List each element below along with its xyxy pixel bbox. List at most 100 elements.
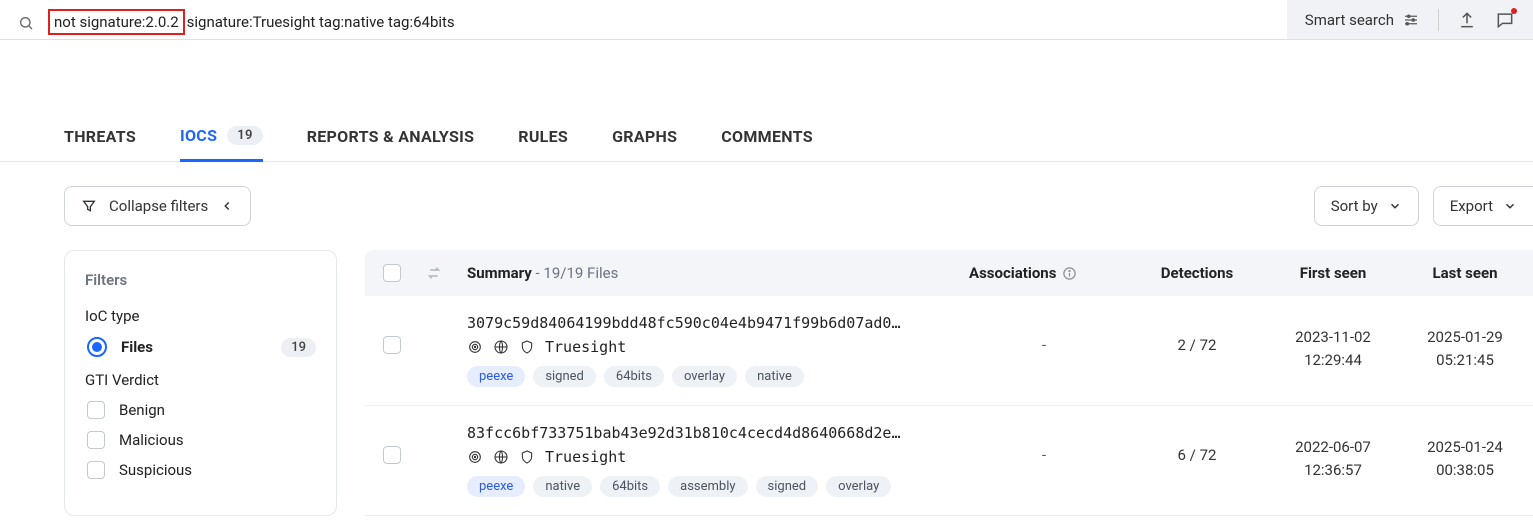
shield-icon [519,449,535,465]
globe-icon [493,449,509,465]
tag[interactable]: native [745,366,804,387]
tabs: THREATS IOCS 19 REPORTS & ANALYSIS RULES… [0,112,1533,162]
content: Filters IoC type Files 19 GTI Verdict Be… [0,250,1533,516]
info-icon[interactable] [1062,266,1077,281]
tag[interactable]: peexe [467,476,525,497]
tag[interactable]: assembly [668,476,747,497]
target-icon [467,339,483,355]
col-associations: Associations [969,264,1119,282]
file-hash[interactable]: 3079c59d84064199bdd48fc590c04e4b9471f99b… [467,314,945,332]
row-associations: - [969,314,1119,354]
filter-suspicious-checkbox[interactable]: Suspicious [85,461,316,479]
checkbox-icon [87,461,105,479]
tab-comments[interactable]: COMMENTS [721,113,813,160]
notification-dot [1511,8,1517,14]
tab-reports[interactable]: REPORTS & ANALYSIS [307,113,475,160]
collapse-filters-label: Collapse filters [109,197,208,215]
results-table: Summary - 19/19 Files Associations Detec… [365,250,1533,516]
tab-threats-label: THREATS [64,127,136,146]
filters-panel: Filters IoC type Files 19 GTI Verdict Be… [64,250,337,516]
col-detections: Detections [1143,264,1251,282]
smart-search-label: Smart search [1305,11,1394,29]
tag[interactable]: overlay [672,366,737,387]
tab-graphs[interactable]: GRAPHS [612,113,677,160]
tab-iocs-count: 19 [227,126,262,145]
table-header: Summary - 19/19 Files Associations Detec… [365,250,1533,296]
tag-list: peexe signed 64bits overlay native [467,366,945,387]
search-field[interactable]: not signature:2.0.2 signature:Truesight … [0,5,1287,35]
filters-heading: Filters [85,271,316,289]
tag-list: peexe native 64bits assembly signed overlay [467,476,945,497]
row-checkbox[interactable] [383,336,401,354]
tag[interactable]: peexe [467,366,525,387]
search-icon [18,15,34,31]
tag[interactable]: signed [756,476,819,497]
tag[interactable]: native [533,476,592,497]
tab-comments-label: COMMENTS [721,127,813,146]
checkbox-icon [87,431,105,449]
row-detections: 2 / 72 [1143,314,1251,354]
filter-icon [81,198,97,214]
chevron-down-icon [1503,199,1517,213]
tab-iocs-label: IOCS [180,126,217,145]
filter-suspicious-label: Suspicious [119,461,192,479]
search-actions: Smart search [1287,0,1533,39]
col-first-seen: First seen [1275,264,1391,282]
radio-icon [87,337,107,357]
collapse-filters-button[interactable]: Collapse filters [64,186,251,226]
filter-files-radio[interactable]: Files 19 [85,337,316,357]
tag[interactable]: signed [533,366,596,387]
right-controls: Sort by Export [1314,186,1533,226]
gti-verdict-heading: GTI Verdict [85,371,316,389]
tag[interactable]: overlay [826,476,891,497]
tag[interactable]: 64bits [604,366,664,387]
table-row[interactable]: 83fcc6bf733751bab43e92d31b810c4cecd4d864… [365,406,1533,516]
upload-icon [1457,10,1477,30]
search-query-rest: signature:Truesight tag:native tag:64bit… [187,13,455,31]
row-meta-icons: Truesight [467,338,945,356]
filter-files-count: 19 [281,338,316,357]
row-associations: - [969,424,1119,464]
tab-iocs[interactable]: IOCS 19 [180,112,263,162]
tab-graphs-label: GRAPHS [612,127,677,146]
ioc-type-heading: IoC type [85,307,316,325]
filter-benign-label: Benign [119,401,165,419]
table-row[interactable]: 3079c59d84064199bdd48fc590c04e4b9471f99b… [365,296,1533,406]
tab-rules[interactable]: RULES [518,113,568,160]
divider [1438,9,1439,31]
col-last-seen: Last seen [1415,264,1515,282]
row-checkbox[interactable] [383,446,401,464]
filter-malicious-checkbox[interactable]: Malicious [85,431,316,449]
swap-icon[interactable] [425,264,443,282]
filter-files-label: Files [121,338,153,356]
signature-name: Truesight [545,338,626,356]
tab-rules-label: RULES [518,127,568,146]
tag[interactable]: 64bits [600,476,660,497]
row-summary: 3079c59d84064199bdd48fc590c04e4b9471f99b… [467,314,945,387]
file-hash[interactable]: 83fcc6bf733751bab43e92d31b810c4cecd4d864… [467,424,945,442]
tab-reports-label: REPORTS & ANALYSIS [307,127,475,146]
filter-benign-checkbox[interactable]: Benign [85,401,316,419]
tab-threats[interactable]: THREATS [64,113,136,160]
row-detections: 6 / 72 [1143,424,1251,464]
smart-search-button[interactable]: Smart search [1305,11,1420,29]
checkbox-icon [87,401,105,419]
chevron-down-icon [1388,199,1402,213]
export-label: Export [1450,197,1493,215]
chevron-left-icon [220,199,234,213]
col-summary: Summary - 19/19 Files [467,264,945,282]
sort-by-label: Sort by [1331,197,1378,215]
search-query-highlighted: not signature:2.0.2 [48,9,185,35]
row-first-seen: 2022-06-0712:36:57 [1275,424,1391,481]
sort-by-button[interactable]: Sort by [1314,186,1419,226]
shield-icon [519,339,535,355]
search-bar: not signature:2.0.2 signature:Truesight … [0,0,1533,40]
filter-malicious-label: Malicious [119,431,184,449]
export-button[interactable]: Export [1433,186,1533,226]
row-meta-icons: Truesight [467,448,945,466]
row-summary: 83fcc6bf733751bab43e92d31b810c4cecd4d864… [467,424,945,497]
select-all-checkbox[interactable] [383,264,401,282]
upload-button[interactable] [1457,10,1477,30]
feedback-button[interactable] [1495,10,1515,30]
globe-icon [493,339,509,355]
